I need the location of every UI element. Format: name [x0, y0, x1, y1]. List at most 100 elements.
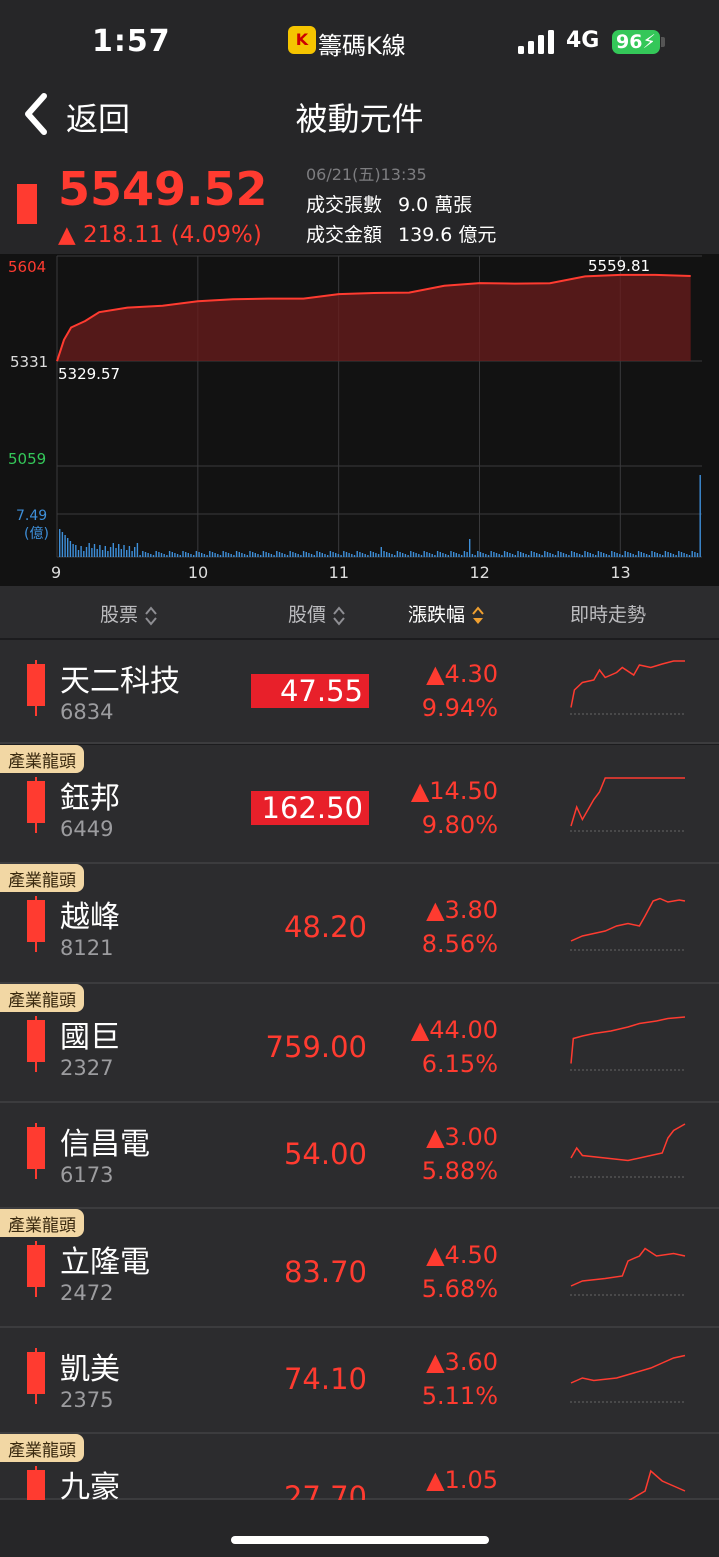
- stock-row[interactable]: 產業龍頭 立隆電 2472 83.70 ▲4.50 5.68%: [0, 1209, 719, 1328]
- volume-bar: [410, 551, 412, 557]
- volume-bar: [171, 552, 173, 557]
- back-button[interactable]: 返回: [66, 94, 130, 140]
- volume-bar: [428, 553, 431, 557]
- x-tick-label: 10: [188, 563, 208, 582]
- volume-bar: [214, 553, 216, 557]
- volume-bar: [233, 555, 235, 557]
- stock-code: 6449: [60, 817, 114, 841]
- volume-bar: [482, 553, 484, 557]
- volume-bar: [380, 547, 382, 557]
- stock-change: ▲3.00: [426, 1123, 498, 1151]
- volume-bar: [292, 552, 294, 557]
- intraday-chart[interactable]: 5604 5331 5059 5559.81 5329.57 7.49 (億) …: [0, 254, 719, 586]
- volume-bar: [268, 553, 270, 557]
- candle-icon: [17, 184, 37, 224]
- volume-bar: [659, 554, 661, 557]
- volume-bar: [139, 555, 141, 557]
- volume-bar: [627, 552, 629, 557]
- volume-bar: [300, 555, 302, 557]
- volume-bar: [667, 552, 669, 557]
- volume-bar: [522, 553, 524, 557]
- volume-bar: [361, 553, 364, 557]
- stock-change-pct: 5.11%: [421, 1382, 498, 1410]
- volume-bar: [59, 529, 61, 557]
- volume-bar: [637, 551, 640, 557]
- volume-bar: [490, 551, 492, 557]
- volume-bar: [77, 550, 80, 557]
- volume-bar: [101, 550, 104, 557]
- volume-bar: [672, 554, 675, 557]
- volume-bar: [552, 554, 554, 557]
- x-tick-label: 13: [610, 563, 630, 582]
- volume-bar: [549, 553, 551, 557]
- sort-by-change[interactable]: 漲跌幅: [408, 600, 485, 627]
- stock-row[interactable]: 天二科技 6834 47.55 ▲4.30 9.94%: [0, 640, 719, 744]
- volume-bar: [675, 555, 677, 557]
- volume-bar: [289, 551, 291, 557]
- sort-by-stock[interactable]: 股票: [100, 600, 158, 627]
- stock-row[interactable]: 產業龍頭 九豪 27.70 ▲1.05: [0, 1434, 719, 1522]
- y-low-label: 5059: [8, 450, 46, 468]
- stock-code: 2472: [60, 1281, 114, 1305]
- volume-bar: [123, 545, 125, 557]
- volume-bar: [423, 551, 425, 557]
- volume-bar: [305, 552, 307, 557]
- volume-bar: [166, 555, 168, 557]
- sort-desc-icon: [472, 605, 484, 624]
- stock-change: ▲4.50: [426, 1241, 498, 1269]
- stock-row[interactable]: 信昌電 6173 54.00 ▲3.00 5.88%: [0, 1103, 719, 1209]
- network-type: 4G: [566, 28, 600, 53]
- stock-name: 凱美: [60, 1352, 120, 1387]
- y-prev-label: 5331: [10, 353, 48, 371]
- volume-bar: [185, 552, 187, 557]
- stock-row[interactable]: 產業龍頭 國巨 2327 759.00 ▲44.00 6.15%: [0, 984, 719, 1103]
- volume-bar: [187, 553, 189, 557]
- volume-bar: [479, 552, 482, 557]
- volume-bar: [257, 554, 259, 557]
- volume-bar: [530, 551, 533, 557]
- volume-bar: [337, 554, 340, 557]
- volume-bar: [217, 554, 219, 557]
- volume-bar: [388, 553, 390, 557]
- stock-price: 162.50: [251, 791, 369, 825]
- volume-bar: [541, 555, 543, 557]
- volume-bar: [193, 555, 195, 557]
- stock-change: ▲3.80: [426, 896, 498, 924]
- volume-bar: [420, 555, 423, 557]
- stock-change-pct: 9.80%: [421, 811, 498, 839]
- home-indicator[interactable]: [231, 1536, 489, 1544]
- volume-bar: [329, 551, 332, 557]
- volume-bar: [471, 554, 474, 557]
- candle-icon: [27, 1241, 45, 1297]
- volume-bar: [209, 551, 211, 557]
- stock-price: 48.20: [283, 910, 367, 944]
- volume-bar: [126, 550, 128, 557]
- volume-bar: [160, 553, 163, 557]
- sort-icon: [145, 605, 157, 626]
- x-tick-label: 11: [329, 563, 349, 582]
- volume-bar: [227, 553, 230, 557]
- volume-bar: [544, 551, 546, 557]
- chevron-left-icon[interactable]: [22, 92, 50, 136]
- volume-bar: [83, 551, 85, 557]
- volume-bar: [514, 555, 516, 557]
- sort-by-price[interactable]: 股價: [288, 600, 346, 627]
- volume-bar: [278, 552, 281, 557]
- volume-bar: [195, 551, 198, 557]
- volume-bar: [91, 548, 93, 557]
- volume-bar: [562, 553, 565, 557]
- volume-bar: [356, 551, 358, 557]
- volume-bar: [557, 551, 559, 557]
- col-change-label: 漲跌幅: [408, 604, 466, 626]
- stock-row[interactable]: 產業龍頭 越峰 8121 48.20 ▲3.80 8.56%: [0, 864, 719, 984]
- stock-row[interactable]: 產業龍頭 鈺邦 6449 162.50 ▲14.50 9.80%: [0, 745, 719, 864]
- stock-name: 鈺邦: [60, 781, 120, 816]
- volume-bar: [696, 553, 699, 557]
- stock-change-pct: 5.68%: [421, 1275, 498, 1303]
- volume-bar: [225, 552, 227, 557]
- volume-bar: [147, 553, 149, 557]
- battery-tip: [661, 37, 665, 47]
- stock-row[interactable]: 凱美 2375 74.10 ▲3.60 5.11%: [0, 1328, 719, 1434]
- trend-sparkline: [570, 897, 686, 951]
- volume-bar: [345, 552, 348, 557]
